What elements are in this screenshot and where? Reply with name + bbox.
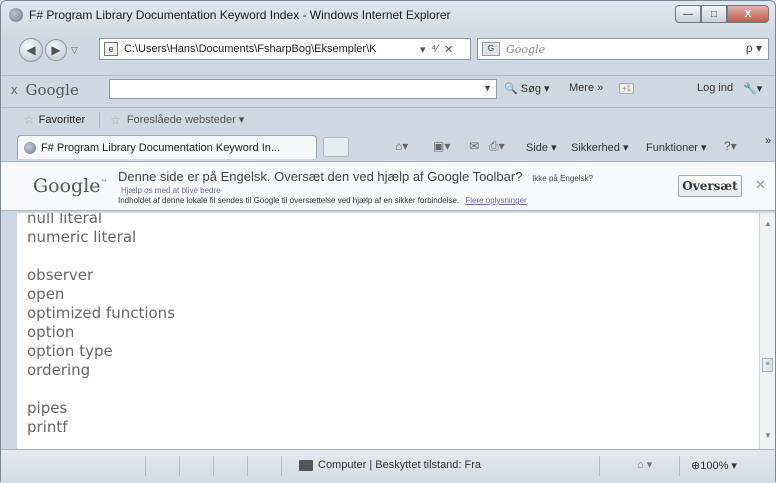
search-provider-icon[interactable]: G — [482, 42, 500, 56]
window-controls: — □ X — [675, 5, 769, 23]
zoom-level[interactable]: ⊕100% ▾ — [691, 459, 737, 472]
security-zone[interactable]: Computer | Beskyttet tilstand: Fra — [318, 459, 481, 471]
close-button[interactable]: X — [727, 5, 769, 23]
help-icon[interactable]: ?▾ — [724, 139, 737, 153]
address-dropdown-icon[interactable]: ▾ — [420, 43, 426, 56]
tab-active[interactable]: F# Program Library Documentation Keyword… — [17, 135, 317, 159]
keyword-link[interactable]: open — [27, 285, 64, 303]
translate-info: Indholdet af denne lokale fil sendes til… — [118, 196, 527, 205]
close-translate-icon[interactable]: ✕ — [755, 177, 766, 193]
translate-bar: Google™ Denne side er på Engelsk. Oversæ… — [1, 161, 775, 211]
plus-one-button[interactable]: +1 — [619, 82, 635, 94]
login-link[interactable]: Log ind — [697, 82, 733, 94]
divider — [247, 456, 248, 476]
tab-bar: F# Program Library Documentation Keyword… — [1, 133, 775, 159]
search-input[interactable]: Google — [506, 43, 545, 56]
search-box[interactable]: G Google ρ ▾ — [477, 38, 769, 60]
recent-pages-dropdown-icon[interactable]: ▽ — [71, 45, 78, 56]
feeds-icon[interactable]: ▣▾ — [433, 139, 450, 153]
address-input[interactable]: C:\Users\Hans\Documents\FsharpBog\Eksemp… — [124, 43, 414, 55]
minimize-button[interactable]: — — [675, 5, 701, 23]
google-logo: Google™ — [33, 175, 108, 197]
google-search-input[interactable]: ▼ — [109, 79, 497, 99]
tools-menu[interactable]: Funktioner ▾ — [646, 141, 707, 154]
divider — [145, 456, 146, 476]
keyword-link[interactable]: printf — [27, 418, 68, 436]
keyword-link[interactable]: optimized functions — [27, 304, 175, 322]
more-commands-icon[interactable]: » — [765, 135, 771, 147]
scroll-down-icon[interactable]: ▼ — [764, 431, 772, 440]
back-button[interactable]: ◀ — [19, 38, 43, 62]
keyword-link[interactable]: option — [27, 323, 74, 341]
tab-title: F# Program Library Documentation Keyword… — [41, 141, 281, 154]
translate-info-text: Indholdet af denne lokale fil sendes til… — [118, 196, 460, 205]
more-info-link[interactable]: Flere oplysninger — [465, 196, 526, 205]
divider — [99, 111, 101, 128]
not-english-link[interactable]: Ikke på Engelsk? — [532, 174, 593, 183]
suggested-sites-button[interactable]: Foreslåede websteder ▾ — [127, 113, 244, 126]
keyword-link[interactable]: numeric literal — [27, 228, 136, 246]
forward-button[interactable]: ▶ — [45, 39, 67, 61]
search-go-icon[interactable]: ρ ▾ — [746, 41, 762, 55]
divider — [679, 456, 680, 476]
keyword-link[interactable]: null literal — [27, 213, 102, 227]
translate-question: Denne side er på Engelsk. Oversæt den ve… — [118, 169, 523, 184]
google-toolbar-logo[interactable]: Google — [26, 81, 79, 99]
window-title: F# Program Library Documentation Keyword… — [29, 8, 451, 22]
address-row: ◀ ▶ ▽ e C:\Users\Hans\Documents\FsharpBo… — [1, 35, 775, 65]
scroll-up-icon[interactable]: ▲ — [764, 219, 772, 228]
more-button[interactable]: Mere » — [569, 82, 603, 94]
keyword-link[interactable]: option type — [27, 342, 113, 360]
keyword-link[interactable]: ordering — [27, 361, 90, 379]
divider — [599, 456, 600, 476]
stop-icon[interactable]: ✕ — [444, 43, 453, 56]
maximize-button[interactable]: □ — [701, 5, 727, 23]
address-bar[interactable]: e C:\Users\Hans\Documents\FsharpBog\Ekse… — [99, 38, 471, 60]
print-icon[interactable]: ⎙▾ — [489, 139, 505, 154]
title-bar: F# Program Library Documentation Keyword… — [1, 1, 775, 29]
divider — [179, 456, 180, 476]
favorites-bar: ☆ Favoritter ☆ Foreslåede websteder ▾ — [1, 107, 775, 131]
chevron-down-icon[interactable]: ▼ — [483, 83, 492, 93]
search-icon: 🔍 — [504, 83, 518, 95]
wrench-icon[interactable]: 🔧▾ — [743, 82, 762, 95]
favorites-star-icon[interactable]: ☆ — [23, 112, 35, 128]
safety-menu[interactable]: Sikkerhed ▾ — [571, 141, 629, 154]
google-search-button[interactable]: 🔍 Søg ▾ — [504, 82, 550, 95]
google-toolbar: x Google ▼ 🔍 Søg ▾ Mere » +1 Log ind 🔧▾ — [1, 75, 775, 103]
page-menu[interactable]: Side ▾ — [526, 141, 557, 154]
page-icon: e — [104, 42, 118, 56]
add-favorite-icon[interactable]: ☆ — [110, 113, 121, 127]
help-improve-link[interactable]: Hjælp os med at blive bedre — [121, 186, 221, 195]
ie-logo-icon — [9, 8, 23, 22]
browser-window: F# Program Library Documentation Keyword… — [0, 0, 776, 483]
google-toolbar-close-icon[interactable]: x — [11, 82, 18, 97]
mail-icon[interactable]: ✉ — [469, 139, 479, 153]
computer-icon — [299, 460, 313, 471]
keyword-link[interactable]: pipes — [27, 399, 67, 417]
translate-button[interactable]: Oversæt — [678, 175, 742, 197]
protected-mode-icon[interactable]: ⌂ ▾ — [637, 458, 652, 471]
translate-message: Denne side er på Engelsk. Oversæt den ve… — [118, 169, 593, 184]
page-content: null literal numeric literal observer op… — [17, 213, 759, 449]
tab-favicon — [24, 141, 36, 154]
scroll-thumb[interactable]: ≡ — [762, 358, 773, 372]
status-bar: Computer | Beskyttet tilstand: Fra ⌂ ▾ ⊕… — [1, 449, 775, 483]
search-button-label: Søg — [520, 83, 541, 95]
divider — [213, 456, 214, 476]
vertical-scrollbar[interactable]: ▲ ≡ ▼ — [759, 213, 775, 449]
keyword-link[interactable]: observer — [27, 266, 93, 284]
home-icon[interactable]: ⌂▾ — [395, 139, 408, 153]
new-tab-button[interactable] — [323, 137, 349, 157]
refresh-icon[interactable]: ⁴⁄ — [432, 43, 439, 55]
favorites-button[interactable]: Favoritter — [39, 114, 85, 126]
plus-one-badge: +1 — [619, 83, 635, 94]
divider — [281, 456, 282, 476]
